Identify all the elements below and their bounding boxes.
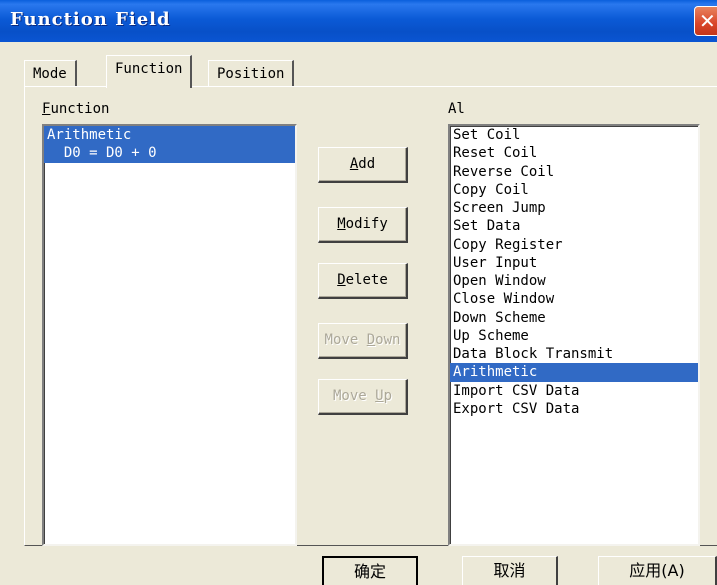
action-list-item[interactable]: Set Coil xyxy=(450,126,698,144)
tab-mode[interactable]: Mode xyxy=(24,60,77,86)
modify-button[interactable]: Modify xyxy=(318,207,408,243)
action-list-label: Al xyxy=(448,101,465,117)
action-list-item[interactable]: Open Window xyxy=(450,272,698,290)
apply-button[interactable]: 应用(A) xyxy=(598,556,717,585)
action-list-item[interactable]: Up Scheme xyxy=(450,327,698,345)
cancel-button[interactable]: 取消 xyxy=(462,556,558,585)
function-listbox[interactable]: Arithmetic D0 = D0 + 0 xyxy=(42,124,297,546)
action-list-item[interactable]: Arithmetic xyxy=(450,363,698,382)
action-list-item[interactable]: Data Block Transmit xyxy=(450,345,698,363)
action-list-item[interactable]: Copy Coil xyxy=(450,181,698,199)
action-list-item[interactable]: Set Data xyxy=(450,217,698,235)
action-list-item[interactable]: Reset Coil xyxy=(450,144,698,162)
move-down-button[interactable]: Move Down xyxy=(318,323,408,359)
move-up-button[interactable]: Move Up xyxy=(318,379,408,415)
tab-function[interactable]: Function xyxy=(106,55,193,88)
add-button[interactable]: Add xyxy=(318,147,408,183)
action-list-item[interactable]: User Input xyxy=(450,254,698,272)
close-button[interactable]: ✕ xyxy=(694,6,717,36)
action-list-item[interactable]: Copy Register xyxy=(450,236,698,254)
action-list-item[interactable]: Screen Jump xyxy=(450,199,698,217)
tab-mode-label: Mode xyxy=(33,66,67,82)
action-list-item[interactable]: Reverse Coil xyxy=(450,163,698,181)
window-title: Function Field xyxy=(10,9,171,30)
close-icon: ✕ xyxy=(699,9,716,33)
action-listbox[interactable]: Set Coil Reset Coil Reverse Coil Copy Coil S… xyxy=(448,124,700,546)
function-list-label: Function xyxy=(42,101,110,117)
ok-button[interactable]: 确定 xyxy=(322,556,418,585)
action-list-item[interactable]: Close Window xyxy=(450,290,698,308)
tab-function-label: Function xyxy=(115,61,183,77)
title-bar[interactable]: Function Field ✕ xyxy=(0,0,717,42)
action-list-item[interactable]: Import CSV Data xyxy=(450,382,698,400)
action-list-item[interactable]: Export CSV Data xyxy=(450,400,698,418)
action-list-item[interactable]: Down Scheme xyxy=(450,309,698,327)
tab-position[interactable]: Position xyxy=(208,60,295,86)
function-list-item[interactable]: D0 = D0 + 0 xyxy=(44,144,295,163)
delete-button[interactable]: Delete xyxy=(318,263,408,299)
function-list-item[interactable]: Arithmetic xyxy=(44,126,295,145)
tab-position-label: Position xyxy=(217,66,285,82)
